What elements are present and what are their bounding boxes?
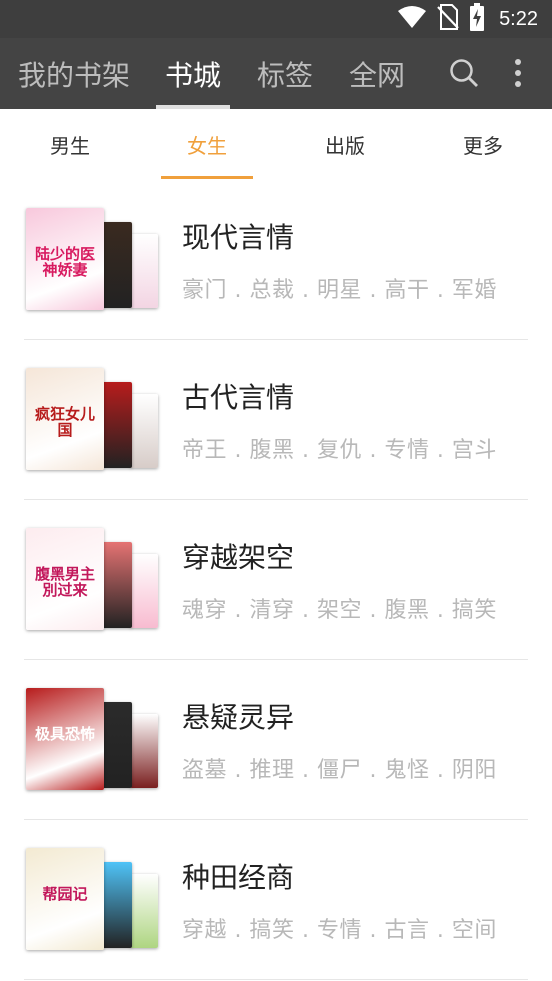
- category-title: 古代言情: [182, 381, 295, 414]
- status-icons: 5:22: [397, 3, 538, 35]
- book-cover-main: 极具恐怖: [26, 688, 104, 790]
- book-cover-main: 陆少的医神娇妻: [26, 208, 104, 310]
- book-cover: [130, 554, 158, 628]
- book-covers: 陆少的医神娇妻: [26, 208, 158, 310]
- search-icon[interactable]: [447, 56, 481, 90]
- book-cover: [130, 714, 158, 788]
- wifi-icon: [397, 5, 427, 33]
- book-cover: [102, 382, 132, 468]
- category-title: 种田经商: [182, 861, 295, 894]
- status-time: 5:22: [499, 7, 538, 30]
- subtab-more[interactable]: 更多: [437, 109, 529, 180]
- book-cover: [102, 702, 132, 788]
- category-item-ancient-romance[interactable]: 疯狂女儿国 古代言情 帝王 . 腹黑 . 复仇 . 专情 . 宫斗: [0, 340, 552, 500]
- category-item-suspense[interactable]: 极具恐怖 悬疑灵异 盗墓 . 推理 . 僵尸 . 鬼怪 . 阴阳: [0, 660, 552, 820]
- book-cover-main: 疯狂女儿国: [26, 368, 104, 470]
- category-title: 现代言情: [182, 221, 295, 254]
- subtab-male[interactable]: 男生: [24, 109, 116, 180]
- subtab-indicator: [161, 176, 253, 179]
- cover-title: 腹黑男主別过来: [34, 565, 95, 599]
- book-cover: [130, 874, 158, 948]
- app-bar: 我的书架 书城 标签 全网: [0, 38, 552, 109]
- category-tags: 穿越 . 搞笑 . 专情 . 古言 . 空间: [182, 918, 497, 943]
- book-cover: [102, 222, 132, 308]
- book-cover-main: 腹黑男主別过来: [26, 528, 104, 630]
- book-cover: [102, 862, 132, 948]
- tab-tags[interactable]: 标签: [248, 38, 322, 109]
- subtab-female[interactable]: 女生: [161, 109, 253, 180]
- category-tags: 盗墓 . 推理 . 僵尸 . 鬼怪 . 阴阳: [182, 758, 497, 783]
- no-sim-icon: [437, 4, 459, 34]
- category-title: 悬疑灵异: [182, 701, 295, 734]
- book-covers: 帮园记: [26, 848, 158, 950]
- book-cover: [102, 542, 132, 628]
- subtab-publish[interactable]: 出版: [299, 109, 391, 180]
- category-item-modern-romance[interactable]: 陆少的医神娇妻 现代言情 豪门 . 总裁 . 明星 . 高干 . 军婚: [0, 180, 552, 340]
- category-tags: 帝王 . 腹黑 . 复仇 . 专情 . 宫斗: [182, 438, 497, 463]
- battery-charging-icon: [469, 3, 485, 35]
- tab-web[interactable]: 全网: [340, 38, 414, 109]
- divider: [24, 979, 528, 980]
- category-item-farming[interactable]: 帮园记 种田经商 穿越 . 搞笑 . 专情 . 古言 . 空间: [0, 820, 552, 980]
- book-cover: [130, 234, 158, 308]
- tab-bookstore[interactable]: 书城: [156, 38, 230, 109]
- cover-title: 极具恐怖: [34, 725, 95, 743]
- book-covers: 疯狂女儿国: [26, 368, 158, 470]
- tab-bookshelf[interactable]: 我的书架: [14, 38, 134, 109]
- category-tags: 魂穿 . 清穿 . 架空 . 腹黑 . 搞笑: [182, 598, 497, 623]
- book-cover-main: 帮园记: [26, 848, 104, 950]
- cover-title: 帮园记: [42, 885, 88, 903]
- more-vert-icon[interactable]: [501, 56, 535, 90]
- category-title: 穿越架空: [182, 541, 295, 574]
- cover-title: 疯狂女儿国: [34, 405, 95, 439]
- category-tags: 豪门 . 总裁 . 明星 . 高干 . 军婚: [182, 278, 497, 303]
- status-bar: 5:22: [0, 0, 552, 38]
- book-covers: 腹黑男主別过来: [26, 528, 158, 630]
- book-covers: 极具恐怖: [26, 688, 158, 790]
- sub-tabs: 男生 女生 出版 更多: [0, 109, 552, 180]
- book-cover: [130, 394, 158, 468]
- category-item-time-travel[interactable]: 腹黑男主別过来 穿越架空 魂穿 . 清穿 . 架空 . 腹黑 . 搞笑: [0, 500, 552, 660]
- cover-title: 陆少的医神娇妻: [34, 245, 95, 279]
